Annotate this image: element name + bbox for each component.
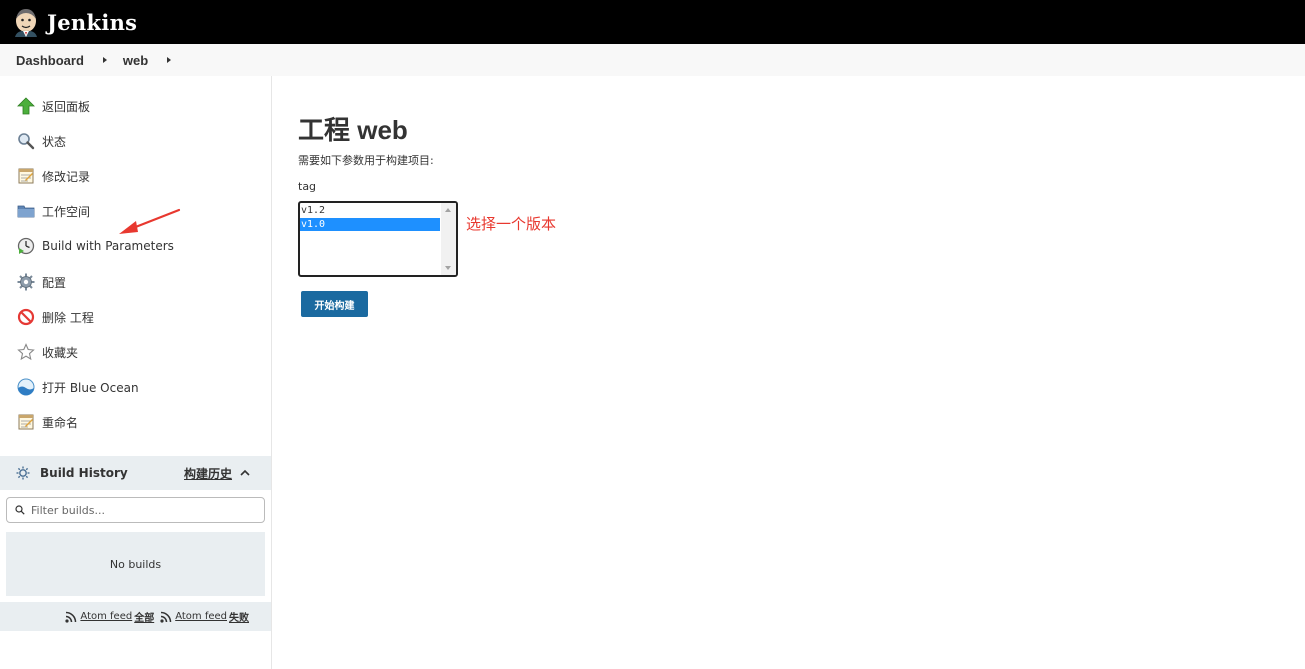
jenkins-logo[interactable]: Jenkins	[12, 7, 137, 37]
sidebar-item-changes[interactable]: 修改记录	[16, 164, 90, 188]
build-history-trend-link[interactable]: 构建历史	[184, 465, 232, 482]
breadcrumb-chevron-icon[interactable]	[102, 57, 107, 63]
scroll-down-icon[interactable]	[445, 266, 451, 270]
chevron-up-icon[interactable]	[240, 468, 250, 478]
tag-select-list[interactable]: v1.2 v1.0	[298, 201, 458, 277]
parameters-description: 需要如下参数用于构建项目:	[298, 154, 434, 167]
atom-feed-label: 失败	[229, 613, 249, 624]
atom-feed-failed-link[interactable]: Atom feed 失败	[160, 609, 249, 624]
sidebar-item-configure[interactable]: 配置	[16, 270, 66, 294]
notepad-icon	[16, 166, 36, 186]
atom-feed-all-link[interactable]: Atom feed 全部	[65, 609, 154, 624]
build-history-gear-icon	[16, 466, 30, 480]
sidebar-item-label: 修改记录	[42, 169, 91, 184]
parameter-label-tag: tag	[298, 180, 317, 193]
build-history-footer: Atom feed 全部 Atom feed 失败	[0, 602, 271, 631]
sidebar-item-favorite[interactable]: 收藏夹	[16, 340, 78, 364]
sidebar-item-label: 打开 Blue Ocean	[42, 380, 139, 395]
sidebar-item-open-blue-ocean[interactable]: 打开 Blue Ocean	[16, 375, 139, 399]
sidebar-item-workspace[interactable]: 工作空间	[16, 199, 90, 223]
sidebar-item-status[interactable]: 状态	[16, 129, 66, 153]
search-icon	[16, 131, 36, 151]
sidebar-item-label: 删除 工程	[42, 310, 94, 325]
star-icon	[16, 342, 36, 362]
sidebar-item-label: 状态	[42, 134, 67, 149]
scroll-up-icon[interactable]	[445, 208, 451, 212]
build-clock-icon	[16, 236, 36, 256]
sidebar-item-back-to-dashboard[interactable]: 返回面板	[16, 94, 90, 118]
sidebar-item-rename[interactable]: 重命名	[16, 410, 78, 434]
rss-icon	[65, 611, 77, 623]
search-icon	[15, 505, 25, 515]
notepad-icon	[16, 412, 36, 432]
breadcrumb: Dashboard web	[0, 44, 1305, 76]
up-arrow-icon	[16, 96, 36, 116]
filter-builds-field[interactable]	[6, 497, 265, 523]
breadcrumb-web[interactable]: web	[123, 53, 148, 68]
sidebar-item-label: 配置	[42, 275, 67, 290]
folder-icon	[16, 201, 36, 221]
sidebar-item-label: Build with Parameters	[42, 239, 174, 253]
jenkins-butler-icon	[15, 9, 37, 37]
no-builds-message: No builds	[6, 532, 265, 596]
brand-name: Jenkins	[47, 9, 138, 35]
gear-icon	[16, 272, 36, 292]
sidebar-item-build-with-parameters[interactable]: Build with Parameters	[16, 234, 174, 258]
start-build-button[interactable]: 开始构建	[301, 291, 368, 317]
sidebar-item-label: 工作空间	[42, 204, 91, 219]
breadcrumb-dashboard[interactable]: Dashboard	[16, 53, 84, 68]
breadcrumb-chevron-icon[interactable]	[167, 57, 172, 63]
rss-icon	[160, 611, 172, 623]
blue-ocean-icon	[16, 377, 36, 397]
no-entry-icon	[16, 307, 36, 327]
sidebar-item-label: 收藏夹	[42, 345, 79, 360]
main-panel: 工程 web 需要如下参数用于构建项目: tag v1.2 v1.0 选择一个版…	[272, 76, 1305, 669]
sidebar-item-delete-project[interactable]: 删除 工程	[16, 305, 94, 329]
top-header: Jenkins	[0, 0, 1305, 44]
sidebar-item-label: 返回面板	[42, 99, 91, 114]
build-history-header: Build History 构建历史	[0, 456, 271, 490]
annotation-text: 选择一个版本	[466, 215, 557, 233]
sidebar: 返回面板 状态 修改记录 工作空间 Build with Parameters …	[0, 76, 272, 669]
filter-builds-input[interactable]	[31, 503, 251, 517]
list-scrollbar[interactable]	[441, 203, 456, 275]
atom-feed-prefix: Atom feed	[175, 611, 227, 622]
page-title: 工程 web	[298, 115, 408, 145]
build-history-body: No builds	[0, 490, 271, 602]
build-history-title: Build History	[40, 466, 128, 480]
atom-feed-label: 全部	[134, 613, 155, 624]
tag-option-selected[interactable]: v1.0	[300, 218, 440, 231]
tag-option[interactable]: v1.2	[300, 204, 440, 217]
atom-feed-prefix: Atom feed	[80, 611, 133, 622]
sidebar-item-label: 重命名	[42, 415, 79, 430]
